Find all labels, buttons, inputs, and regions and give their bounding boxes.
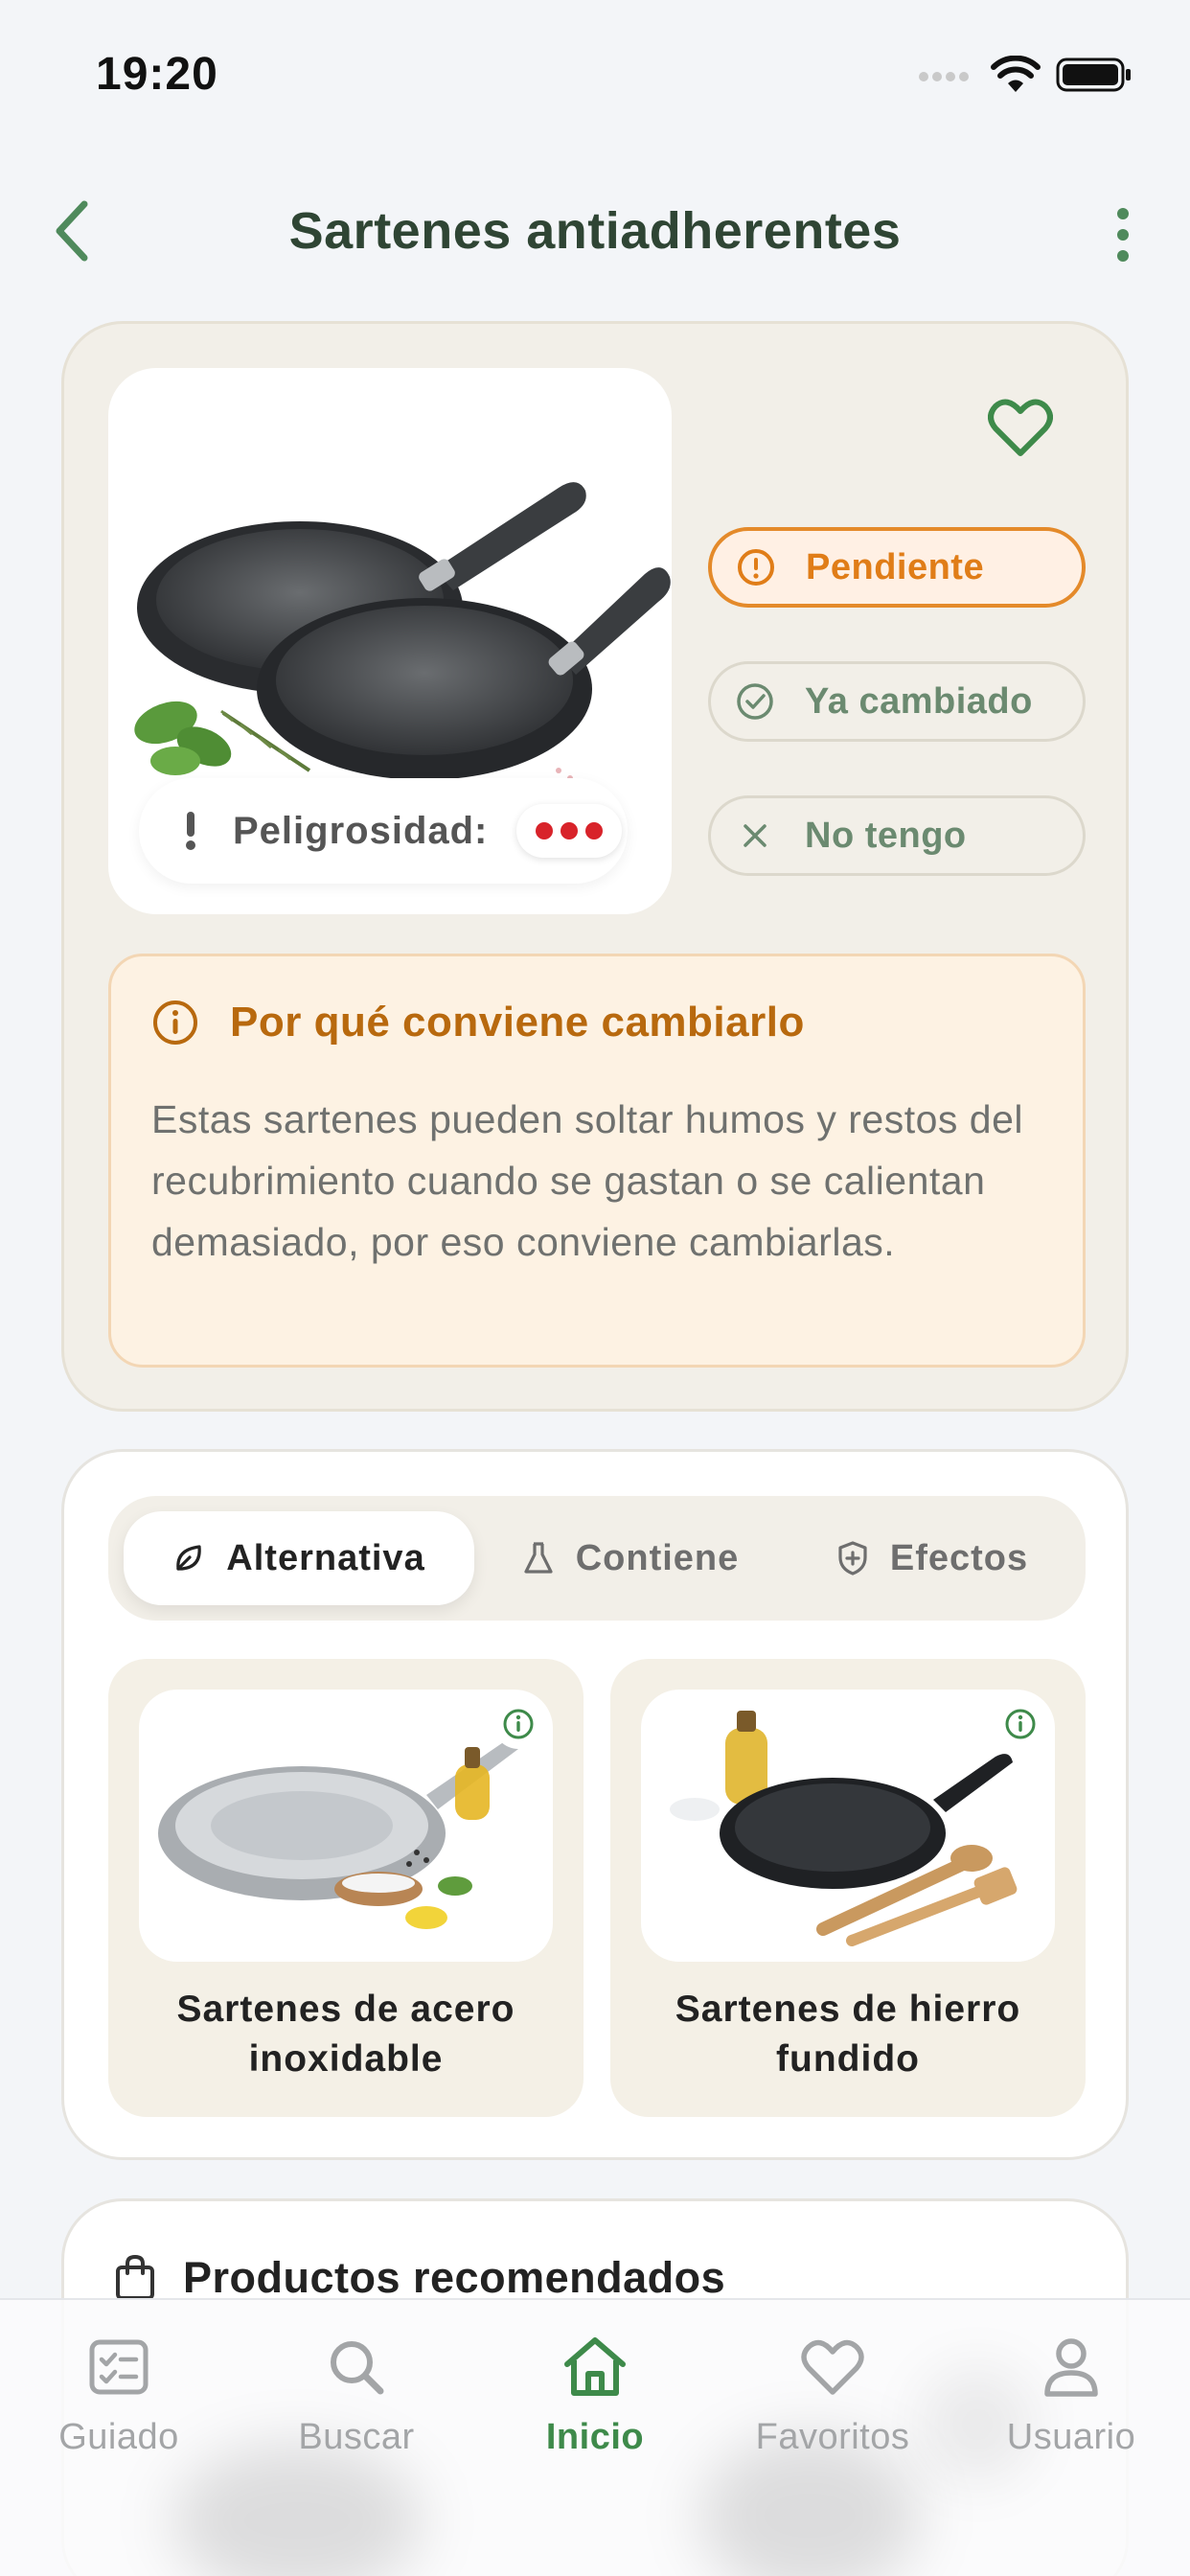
- danger-dot: [585, 822, 604, 840]
- nav-item-guiado-label: Guiado: [58, 2417, 179, 2457]
- more-vertical-icon: [1117, 208, 1129, 262]
- alternative-name: Sartenes de hierro fundido: [675, 1989, 1021, 2080]
- tab-alternativa[interactable]: Alternativa: [124, 1511, 474, 1605]
- nav-item-inicio-label: Inicio: [545, 2417, 645, 2457]
- steel-pan-illustration: [158, 1730, 534, 1929]
- exclamation-icon: [181, 812, 200, 850]
- search-icon: [331, 2341, 384, 2395]
- status-pending-button[interactable]: Pendiente: [708, 527, 1086, 608]
- alternative-image: [641, 1690, 1055, 1962]
- status-none-label: No tengo: [805, 815, 967, 856]
- leaf-icon: [176, 1545, 202, 1571]
- alternative-name: Sartenes de acero inoxidable: [176, 1989, 515, 2080]
- why-change-text: Estas sartenes pueden soltar humos y res…: [151, 1097, 1024, 1264]
- info-icon: [1005, 1709, 1036, 1739]
- danger-level-dots: [516, 804, 623, 858]
- tab-contiene-label: Contiene: [575, 1537, 740, 1578]
- flask-icon: [524, 1542, 553, 1574]
- recommended-header: Productos recomendados: [114, 2253, 725, 2303]
- nav-item-inicio[interactable]: Inicio: [490, 2329, 700, 2458]
- status-icons: [918, 56, 1133, 94]
- page-title: Sartenes antiadherentes: [288, 202, 902, 260]
- alternative-item[interactable]: Sartenes de hierro fundido: [610, 1659, 1086, 2117]
- tab-efectos-label: Efectos: [889, 1537, 1029, 1578]
- home-icon: [564, 2337, 626, 2396]
- status-changed-label: Ya cambiado: [805, 680, 1033, 722]
- blurred-content: [172, 2444, 422, 2576]
- signal-icon: [919, 72, 969, 81]
- status-bar: 19:20: [0, 0, 1190, 144]
- why-change-box: Por qué conviene cambiarlo Estas sartene…: [108, 954, 1086, 1368]
- more-options-button[interactable]: [1104, 201, 1142, 268]
- nav-item-buscar-label: Buscar: [298, 2417, 415, 2457]
- tab-alternativa-label: Alternativa: [226, 1537, 425, 1578]
- wifi-icon: [991, 56, 1041, 92]
- tab-contiene[interactable]: Contiene: [492, 1511, 769, 1605]
- danger-dot: [561, 822, 579, 840]
- nav-item-guiado[interactable]: Guiado: [13, 2329, 224, 2458]
- favorite-button[interactable]: [986, 393, 1055, 462]
- product-card: Peligrosidad: Pendiente Ya cambiado No t…: [61, 321, 1129, 1412]
- heart-icon: [801, 2339, 864, 2395]
- product-image: Peligrosidad:: [108, 368, 672, 914]
- status-none-button[interactable]: No tengo: [708, 795, 1086, 876]
- nav-item-buscar[interactable]: Buscar: [251, 2329, 462, 2458]
- bottom-navigation: Guiado Buscar Inicio Favoritos Usuario: [0, 2298, 1190, 2576]
- alternative-item[interactable]: Sartenes de acero inoxidable: [108, 1659, 584, 2117]
- nav-item-favoritos[interactable]: Favoritos: [727, 2329, 938, 2458]
- cast-iron-pan-illustration: [670, 1711, 1018, 1946]
- nav-header: Sartenes antiadherentes: [0, 172, 1190, 288]
- alternatives-card: Alternativa Contiene Efectos Sartenes de…: [61, 1449, 1129, 2160]
- status-changed-button[interactable]: Ya cambiado: [708, 661, 1086, 742]
- shopping-bag-icon: [116, 2254, 154, 2300]
- nav-item-favoritos-label: Favoritos: [755, 2417, 910, 2457]
- danger-label: Peligrosidad:: [233, 809, 489, 852]
- alternative-image: [139, 1690, 553, 1962]
- tab-efectos[interactable]: Efectos: [798, 1511, 1066, 1605]
- user-icon: [1044, 2338, 1098, 2397]
- danger-indicator: Peligrosidad:: [139, 778, 628, 884]
- info-button[interactable]: [995, 1699, 1045, 1749]
- status-pending-label: Pendiente: [806, 546, 985, 587]
- info-icon: [503, 1709, 534, 1739]
- close-icon: [734, 820, 776, 851]
- recommended-title: Productos recomendados: [183, 2253, 726, 2302]
- nav-item-usuario-label: Usuario: [1006, 2417, 1136, 2457]
- info-button[interactable]: [493, 1699, 543, 1749]
- checklist-icon: [89, 2339, 149, 2395]
- status-time: 19:20: [96, 49, 218, 100]
- danger-dot: [536, 822, 554, 840]
- why-change-title: Por qué conviene cambiarlo: [230, 999, 805, 1046]
- alert-circle-icon: [735, 548, 777, 586]
- info-circle-icon: [153, 1000, 197, 1045]
- nav-item-usuario[interactable]: Usuario: [966, 2329, 1177, 2458]
- battery-icon: [1056, 58, 1131, 92]
- tab-bar: Alternativa Contiene Efectos: [108, 1496, 1086, 1621]
- why-change-header: Por qué conviene cambiarlo: [151, 999, 805, 1046]
- check-circle-icon: [734, 682, 776, 721]
- heart-outline-icon: [988, 399, 1053, 456]
- shield-plus-icon: [838, 1541, 867, 1576]
